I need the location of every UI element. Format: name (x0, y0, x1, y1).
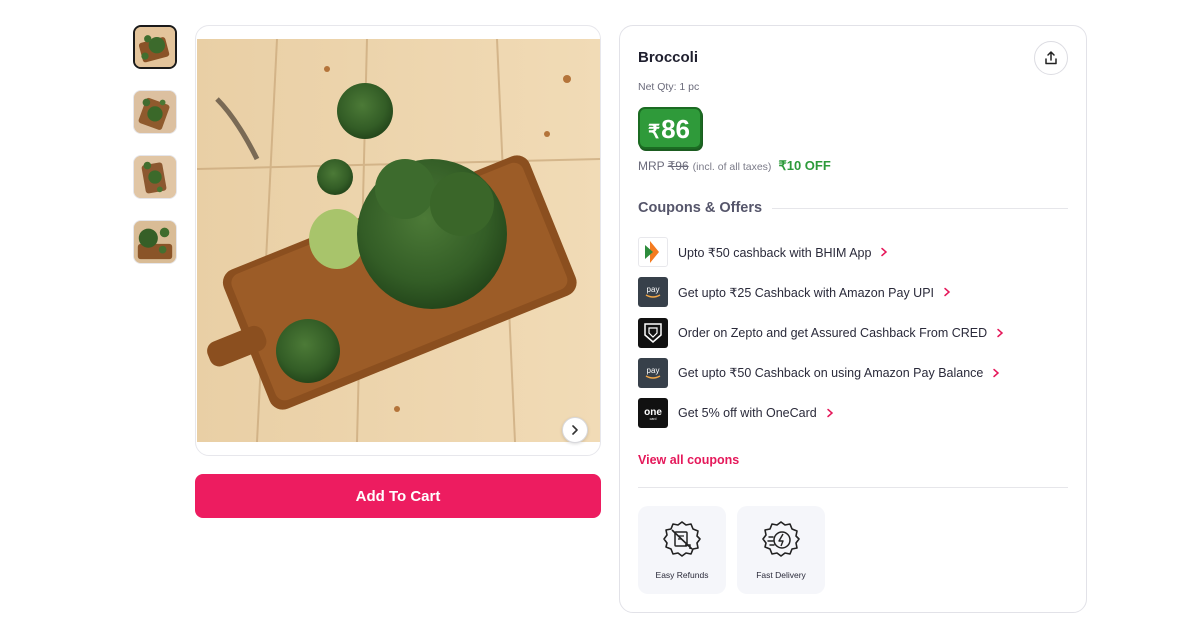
offer-item[interactable]: Upto ₹50 cashback with BHIM App (638, 237, 1078, 267)
cred-logo-icon (638, 317, 668, 348)
broccoli-thumbnail-image (135, 27, 175, 67)
offer-item[interactable]: pay Get upto ₹25 Cashback with Amazon Pa… (638, 277, 1078, 308)
mrp-value: ₹96 (667, 159, 689, 173)
thumbnail-4[interactable] (133, 220, 177, 264)
offer-text: Get 5% off with OneCard (678, 406, 817, 421)
bhim-logo-icon (638, 237, 668, 267)
mrp-label: MRP (638, 159, 665, 173)
offer-item[interactable]: Order on Zepto and get Assured Cashback … (638, 317, 1078, 348)
rupee-symbol: ₹ (648, 122, 661, 143)
mrp-line: MRP ₹96 (incl. of all taxes) ₹10 OFF (638, 158, 831, 174)
offer-text: Order on Zepto and get Assured Cashback … (678, 325, 988, 340)
next-image-button[interactable] (562, 417, 588, 443)
chevron-right-icon (944, 288, 951, 297)
feature-label: Fast Delivery (756, 570, 806, 580)
svg-text:pay: pay (647, 366, 660, 375)
broccoli-product-image (197, 39, 600, 442)
offers-list: Upto ₹50 cashback with BHIM App pay Get … (638, 237, 1078, 438)
broccoli-thumbnail-image (134, 156, 176, 198)
chevron-right-icon (826, 408, 833, 418)
product-info-card: Broccoli Net Qty: 1 pc ₹ 86 MRP ₹96 (inc… (619, 25, 1087, 613)
product-name: Broccoli (638, 49, 699, 66)
thumbnail-gallery (133, 25, 177, 285)
thumbnail-1[interactable] (133, 25, 177, 69)
thumbnail-3[interactable] (133, 155, 177, 199)
broccoli-thumbnail-image (134, 91, 176, 133)
offer-text: Get upto ₹25 Cashback with Amazon Pay UP… (678, 285, 934, 300)
fast-delivery-icon (762, 521, 800, 557)
svg-text:pay: pay (647, 285, 660, 294)
chevron-right-icon (881, 247, 888, 257)
amazon-pay-logo-icon: pay (638, 357, 668, 388)
feature-easy-refunds: Easy Refunds (638, 506, 726, 594)
divider (772, 208, 1068, 209)
chevron-right-icon (572, 425, 578, 435)
divider (638, 487, 1068, 488)
chevron-right-icon (997, 328, 1004, 337)
offer-text: Get upto ₹50 Cashback on using Amazon Pa… (678, 366, 984, 381)
chevron-right-icon (993, 368, 1000, 378)
offer-item[interactable]: one card Get 5% off with OneCard (638, 398, 1078, 429)
view-all-coupons-link[interactable]: View all coupons (638, 453, 739, 467)
offer-text: Upto ₹50 cashback with BHIM App (678, 245, 872, 260)
feature-fast-delivery: Fast Delivery (737, 506, 825, 594)
amazon-pay-logo-icon: pay (638, 277, 668, 308)
broccoli-thumbnail-image (134, 221, 176, 263)
discount-label: ₹10 OFF (778, 158, 831, 173)
feature-label: Easy Refunds (655, 570, 709, 580)
price-badge: ₹ 86 (638, 107, 703, 149)
product-image-card (195, 25, 601, 456)
onecard-logo-icon: one card (638, 398, 668, 429)
price-value: 86 (661, 114, 691, 144)
net-quantity: Net Qty: 1 pc (638, 81, 700, 93)
refund-icon (663, 521, 701, 557)
tax-note: (incl. of all taxes) (692, 161, 772, 173)
share-button[interactable] (1034, 41, 1068, 75)
offer-item[interactable]: pay Get upto ₹50 Cashback on using Amazo… (638, 357, 1078, 388)
svg-text:card: card (650, 417, 657, 421)
thumbnail-2[interactable] (133, 90, 177, 134)
share-icon (1045, 51, 1057, 65)
add-to-cart-button[interactable]: Add To Cart (195, 474, 601, 518)
features-row: Easy Refunds Fast Delivery (638, 506, 825, 594)
coupons-title: Coupons & Offers (638, 200, 763, 216)
